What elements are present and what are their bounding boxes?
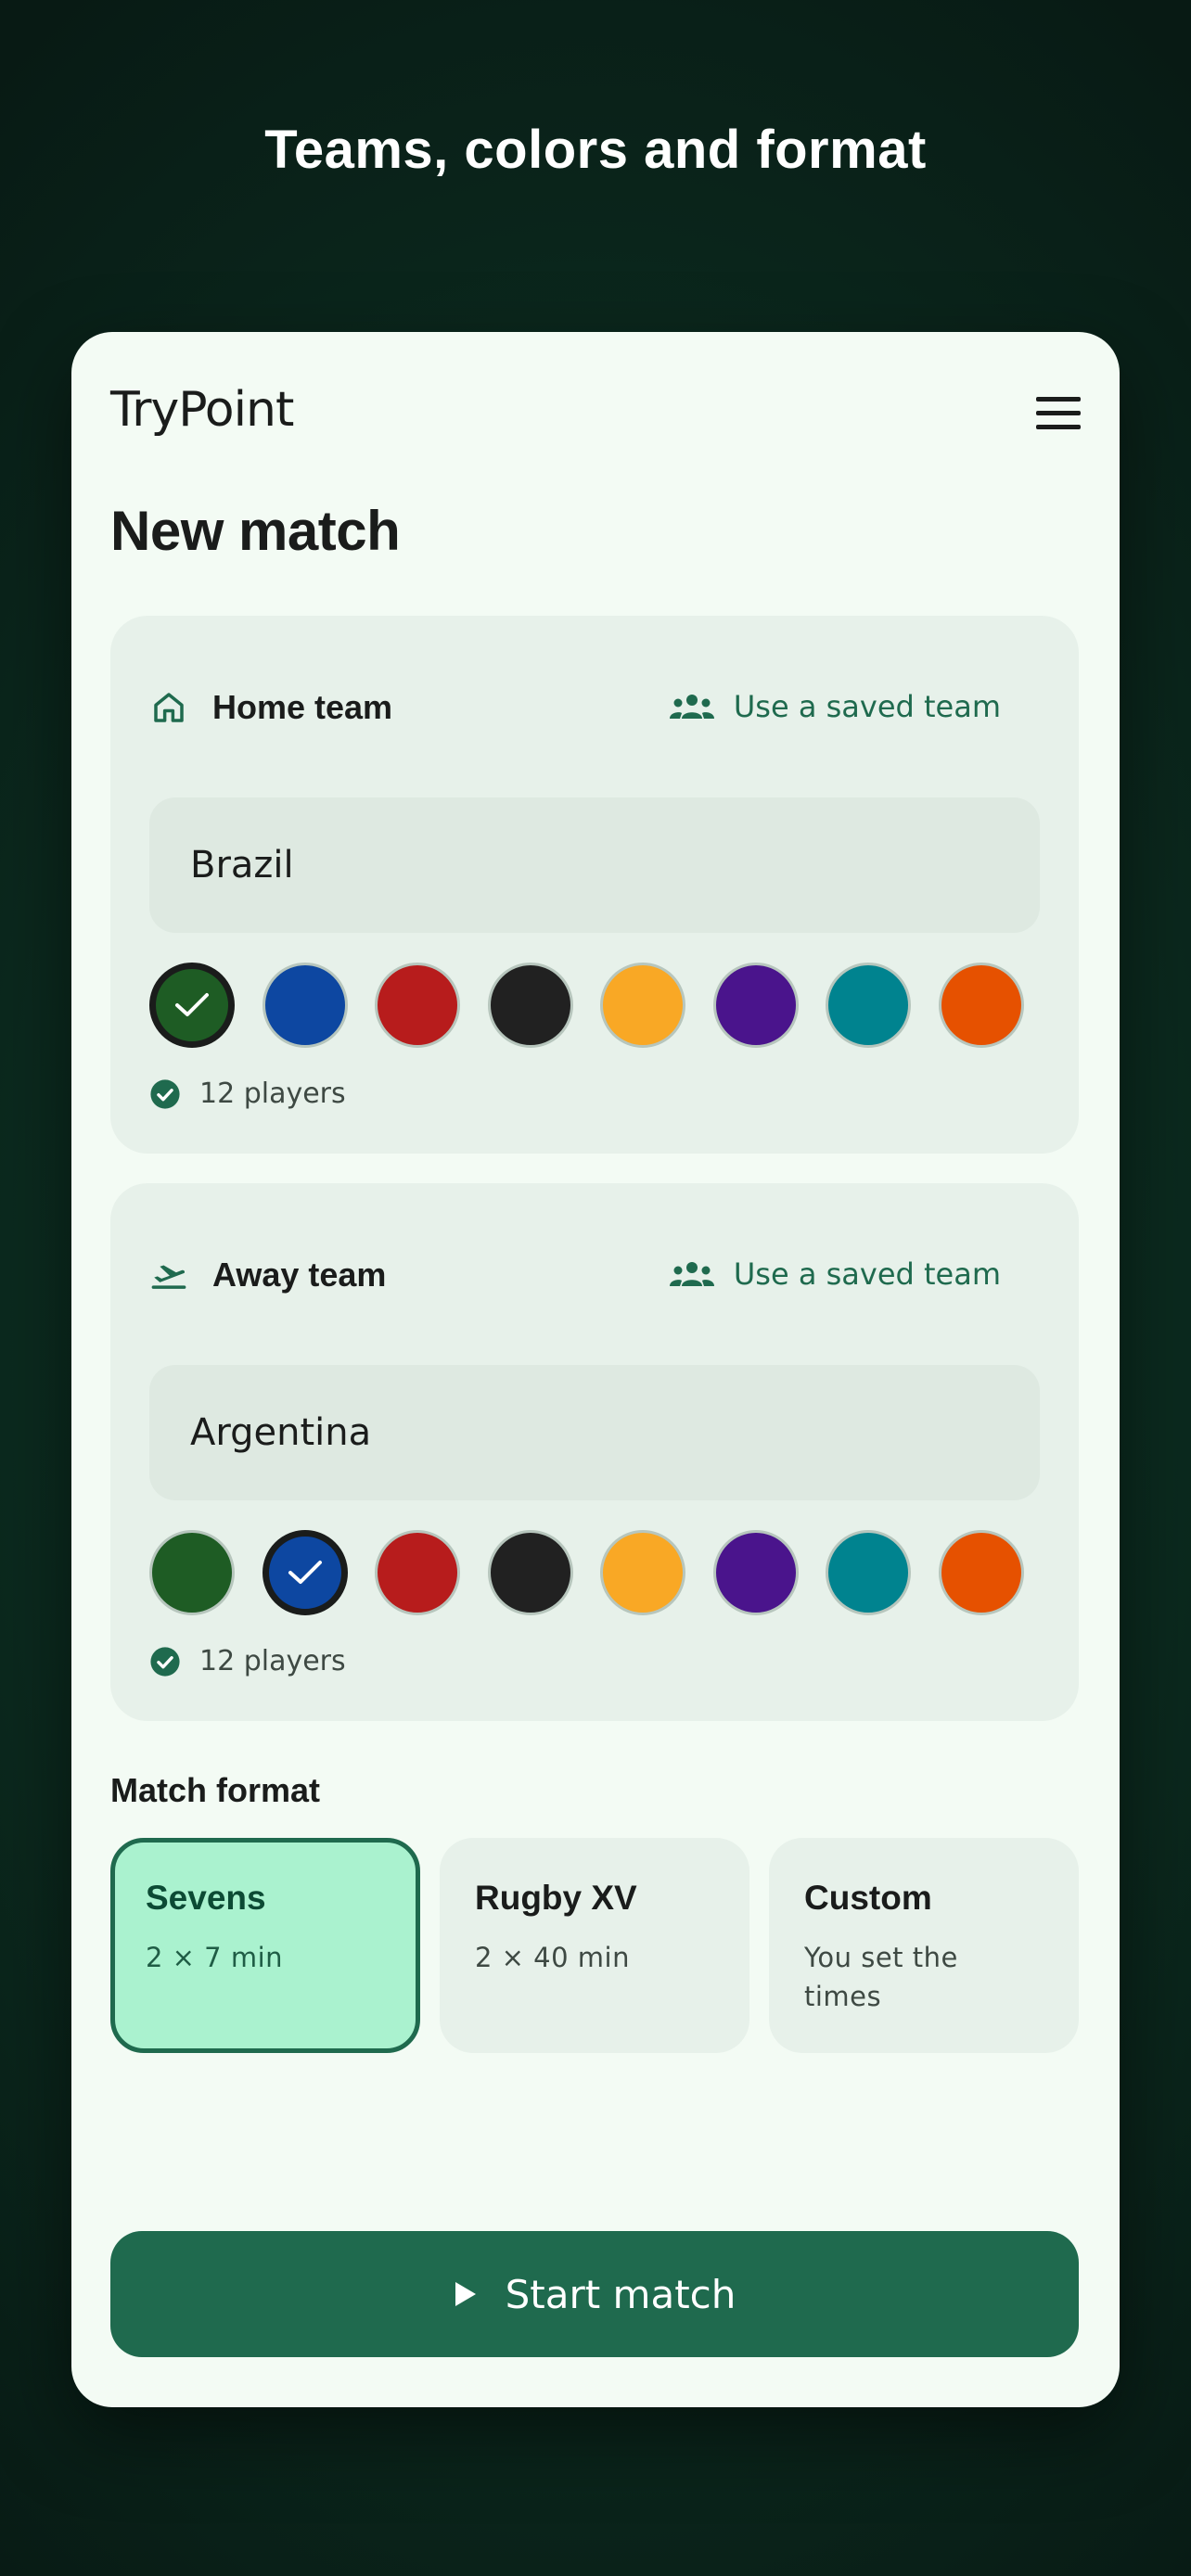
away-use-saved-team-label: Use a saved team xyxy=(733,1256,1001,1292)
home-color-swatch[interactable] xyxy=(600,963,685,1048)
group-icon xyxy=(669,695,714,719)
away-team-label: Away team xyxy=(212,1256,387,1294)
home-color-swatch[interactable] xyxy=(713,963,799,1048)
format-name: Sevens xyxy=(146,1879,266,1917)
format-description: You set the times xyxy=(804,1942,958,2012)
check-circle-icon xyxy=(150,1078,180,1109)
format-option-sevens[interactable]: Sevens 2 × 7 min xyxy=(110,1838,420,2053)
format-description: 2 × 40 min xyxy=(475,1942,630,1973)
home-use-saved-team-label: Use a saved team xyxy=(733,689,1001,724)
home-icon xyxy=(154,693,184,722)
app-screen: TryPoint New match Home team Use a saved… xyxy=(71,332,1120,2407)
away-team-card: Away team Use a saved team Argentina 12 … xyxy=(110,1183,1079,1721)
away-color-swatch[interactable] xyxy=(263,1530,348,1615)
home-color-swatch[interactable] xyxy=(488,963,573,1048)
away-players-count: 12 players xyxy=(199,1645,346,1677)
away-color-swatch[interactable] xyxy=(600,1530,685,1615)
page-title: New match xyxy=(110,500,401,562)
away-color-swatch[interactable] xyxy=(826,1530,911,1615)
format-name: Custom xyxy=(804,1879,932,1917)
menu-icon[interactable] xyxy=(1036,397,1081,430)
format-description: 2 × 7 min xyxy=(146,1942,284,1973)
away-color-swatch[interactable] xyxy=(149,1530,235,1615)
screen-headline: Teams, colors and format xyxy=(264,120,927,180)
home-team-name-input[interactable]: Brazil xyxy=(149,797,1040,933)
start-match-label: Start match xyxy=(505,2271,736,2317)
match-format-label: Match format xyxy=(110,1771,321,1809)
home-color-picker xyxy=(149,963,1040,1052)
app-bar: TryPoint xyxy=(110,382,1081,456)
home-color-swatch[interactable] xyxy=(939,963,1024,1048)
home-team-label: Home team xyxy=(212,688,393,726)
group-icon xyxy=(669,1262,714,1286)
away-color-swatch[interactable] xyxy=(713,1530,799,1615)
check-icon xyxy=(175,993,209,1016)
home-color-swatch[interactable] xyxy=(375,963,460,1048)
away-color-swatch[interactable] xyxy=(939,1530,1024,1615)
away-players-status: 12 players xyxy=(149,1645,346,1677)
away-team-name-input[interactable]: Argentina xyxy=(149,1365,1040,1500)
away-use-saved-team-button[interactable]: Use a saved team xyxy=(669,1252,1001,1296)
home-team-card: Home team Use a saved team Brazil 12 pla… xyxy=(110,616,1079,1154)
home-players-status: 12 players xyxy=(149,1078,346,1110)
play-icon xyxy=(455,2282,476,2306)
home-color-swatch[interactable] xyxy=(263,963,348,1048)
away-color-swatch[interactable] xyxy=(488,1530,573,1615)
app-name: TryPoint xyxy=(110,382,294,438)
start-match-button[interactable]: Start match xyxy=(110,2231,1079,2357)
home-players-count: 12 players xyxy=(199,1078,346,1110)
format-option-custom[interactable]: Custom You set the times xyxy=(769,1838,1079,2053)
away-color-picker xyxy=(149,1530,1040,1619)
away-color-swatch[interactable] xyxy=(375,1530,460,1615)
format-name: Rugby XV xyxy=(475,1879,637,1917)
home-color-swatch[interactable] xyxy=(149,963,235,1048)
home-color-swatch[interactable] xyxy=(826,963,911,1048)
format-option-rugby-xv[interactable]: Rugby XV 2 × 40 min xyxy=(440,1838,749,2053)
check-icon xyxy=(288,1561,322,1584)
home-use-saved-team-button[interactable]: Use a saved team xyxy=(669,684,1001,729)
check-circle-icon xyxy=(150,1646,180,1677)
flight-takeoff-icon xyxy=(151,1265,186,1289)
